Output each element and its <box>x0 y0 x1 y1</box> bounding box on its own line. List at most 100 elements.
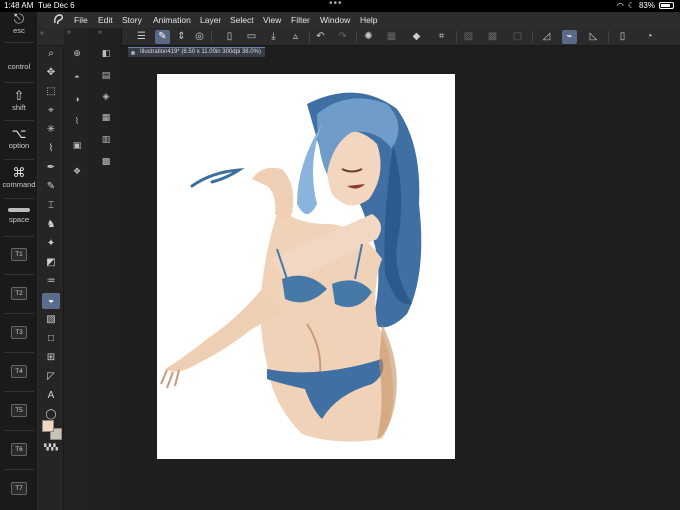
deselect-icon[interactable]: ▨ <box>461 30 476 44</box>
timeline-icon[interactable]: ▥ <box>98 132 114 146</box>
device-icon[interactable]: ▯ <box>615 30 630 44</box>
fill-icon[interactable]: ◒ <box>42 293 60 309</box>
shift-key[interactable]: ⇧ shift <box>0 89 38 113</box>
command-key[interactable]: ⌘ command <box>0 166 38 190</box>
tool-key-t6[interactable]: T6 <box>11 443 27 456</box>
menu-layer[interactable]: Layer <box>200 15 221 25</box>
text-icon[interactable]: A <box>42 388 60 404</box>
sub-tool-brush-icon[interactable]: ⌇ <box>69 114 85 128</box>
perspective-snap-icon[interactable]: ◺ <box>586 30 601 44</box>
space-key[interactable]: space <box>0 204 38 224</box>
ruler-icon[interactable]: ◸ <box>42 369 60 385</box>
tool-key-t2[interactable]: T2 <box>11 287 27 300</box>
operation-icon[interactable]: ⬚ <box>42 84 60 100</box>
menu-story[interactable]: Story <box>122 15 142 25</box>
collapse-arrows-icon[interactable]: « <box>40 30 44 37</box>
settings-panel-icon[interactable]: ◎ <box>192 30 207 44</box>
auto-select-icon[interactable]: ✳ <box>42 122 60 138</box>
app-logo-icon[interactable] <box>52 13 65 26</box>
pen-icon[interactable]: ✒ <box>42 160 60 176</box>
clear-icon[interactable]: ▦ <box>384 30 399 44</box>
divider <box>4 42 34 43</box>
menu-select[interactable]: Select <box>230 15 254 25</box>
tool-key-t7[interactable]: T7 <box>11 482 27 495</box>
command-label: command <box>2 180 36 189</box>
space-label: space <box>8 215 29 224</box>
command-bar: ☰ ✎ ⇕ ◎ ▯ ▭ ⤓ ▵ ↶ ↷ ✺ ▦ ◆ ⌗ ▨ ▩ ▢ ◿ ⌁ ◺ … <box>38 28 680 46</box>
menu-window[interactable]: Window <box>320 15 350 25</box>
brush-icon[interactable]: ⌶ <box>42 198 60 214</box>
sub-tool-refer-icon[interactable]: ◑ <box>69 92 85 106</box>
menu-filter[interactable]: Filter <box>291 15 310 25</box>
zoom-icon[interactable]: ⌕ <box>42 46 60 62</box>
menu-file[interactable]: File <box>74 15 88 25</box>
selection-icon[interactable]: ⌖ <box>42 103 60 119</box>
loading-spinner-icon[interactable]: ✺ <box>361 30 376 44</box>
sub-tool-fill-icon[interactable]: ◓ <box>69 70 85 84</box>
menu-view[interactable]: View <box>263 15 281 25</box>
redo-icon[interactable]: ↷ <box>335 30 350 44</box>
transform-icon[interactable]: ⌗ <box>434 30 449 44</box>
status-indicators: ◠ ☾ 83% <box>617 1 674 10</box>
navigator-icon[interactable]: ◧ <box>98 46 114 60</box>
color-wheel-icon[interactable]: ▤ <box>98 68 114 82</box>
tool-key-t4[interactable]: T4 <box>11 365 27 378</box>
menu-animation[interactable]: Animation <box>153 15 191 25</box>
eyedropper-icon[interactable]: ⌇ <box>42 141 60 157</box>
pencil-icon[interactable]: ✎ <box>42 179 60 195</box>
close-dot-icon[interactable] <box>131 51 135 55</box>
invert-selection-icon[interactable]: ▩ <box>485 30 500 44</box>
esc-icon: ⎋ <box>13 11 25 26</box>
figure-icon[interactable]: □ <box>42 331 60 347</box>
divider <box>532 31 533 43</box>
selection-border-icon[interactable]: ▢ <box>510 30 525 44</box>
option-key[interactable]: ⌥ option <box>0 126 38 151</box>
open-icon[interactable]: ▭ <box>244 30 259 44</box>
expand-arrows-icon[interactable]: » <box>67 29 71 36</box>
tool-key-t3[interactable]: T3 <box>11 326 27 339</box>
battery-icon <box>659 2 674 9</box>
layer-stack-icon[interactable]: ◈ <box>98 89 114 103</box>
status-time: 1:48 AM <box>4 1 34 10</box>
property-panel: » ◧ ▤ ◈ ▦ ▥ ▩ <box>90 28 122 510</box>
help-companion-icon[interactable]: ◔ <box>642 30 657 44</box>
option-icon: ⌥ <box>11 126 27 141</box>
brush-snap-icon[interactable]: ⌁ <box>562 30 577 44</box>
esc-key[interactable]: ⎋ esc <box>0 11 38 36</box>
canvas-paper[interactable] <box>157 74 455 459</box>
expand-arrows-icon[interactable]: ⇕ <box>174 30 189 44</box>
quick-access-icon[interactable]: ✎ <box>155 30 170 44</box>
main-color-swatch[interactable] <box>42 420 54 432</box>
move-icon[interactable]: ✥ <box>42 65 60 81</box>
control-key[interactable]: control <box>0 62 38 71</box>
tool-key-t5[interactable]: T5 <box>11 404 27 417</box>
export-icon[interactable]: ▵ <box>288 30 303 44</box>
sub-tool-frame-icon[interactable]: ▣ <box>69 138 85 152</box>
material-icon[interactable]: ▦ <box>98 110 114 124</box>
multitask-dots-icon[interactable]: ••• <box>329 0 343 9</box>
divider <box>356 31 357 43</box>
eraser-icon[interactable]: ◩ <box>42 255 60 271</box>
save-icon[interactable]: ⤓ <box>266 30 281 44</box>
decoration-icon[interactable]: ✦ <box>42 236 60 252</box>
ruler-snap-icon[interactable]: ◿ <box>539 30 554 44</box>
document-tab[interactable]: Illustration419* (8.50 x 11.00in 300dpi … <box>128 47 265 57</box>
layers-icon[interactable]: ❖ <box>69 164 85 178</box>
blend-icon[interactable]: ♒ <box>42 274 60 290</box>
hamburger-menu-icon[interactable]: ☰ <box>134 30 149 44</box>
tool-key-t1[interactable]: T1 <box>11 248 27 261</box>
esc-label: esc <box>13 26 25 35</box>
transparent-color-icon[interactable]: ▚▚▚ <box>42 440 60 456</box>
menu-help[interactable]: Help <box>360 15 377 25</box>
fill-bucket-icon[interactable]: ◆ <box>409 30 424 44</box>
airbrush-icon[interactable]: ♞ <box>42 217 60 233</box>
frame-icon[interactable]: ⊞ <box>42 350 60 366</box>
gradient-icon[interactable]: ▧ <box>42 312 60 328</box>
history-icon[interactable]: ▩ <box>98 154 114 168</box>
undo-icon[interactable]: ↶ <box>313 30 328 44</box>
new-file-icon[interactable]: ▯ <box>222 30 237 44</box>
expand-arrows-icon[interactable]: » <box>98 29 102 36</box>
sub-tool-zoom-icon[interactable]: ⊕ <box>69 46 85 60</box>
menu-edit[interactable]: Edit <box>98 15 113 25</box>
battery-percent: 83% <box>638 1 655 10</box>
